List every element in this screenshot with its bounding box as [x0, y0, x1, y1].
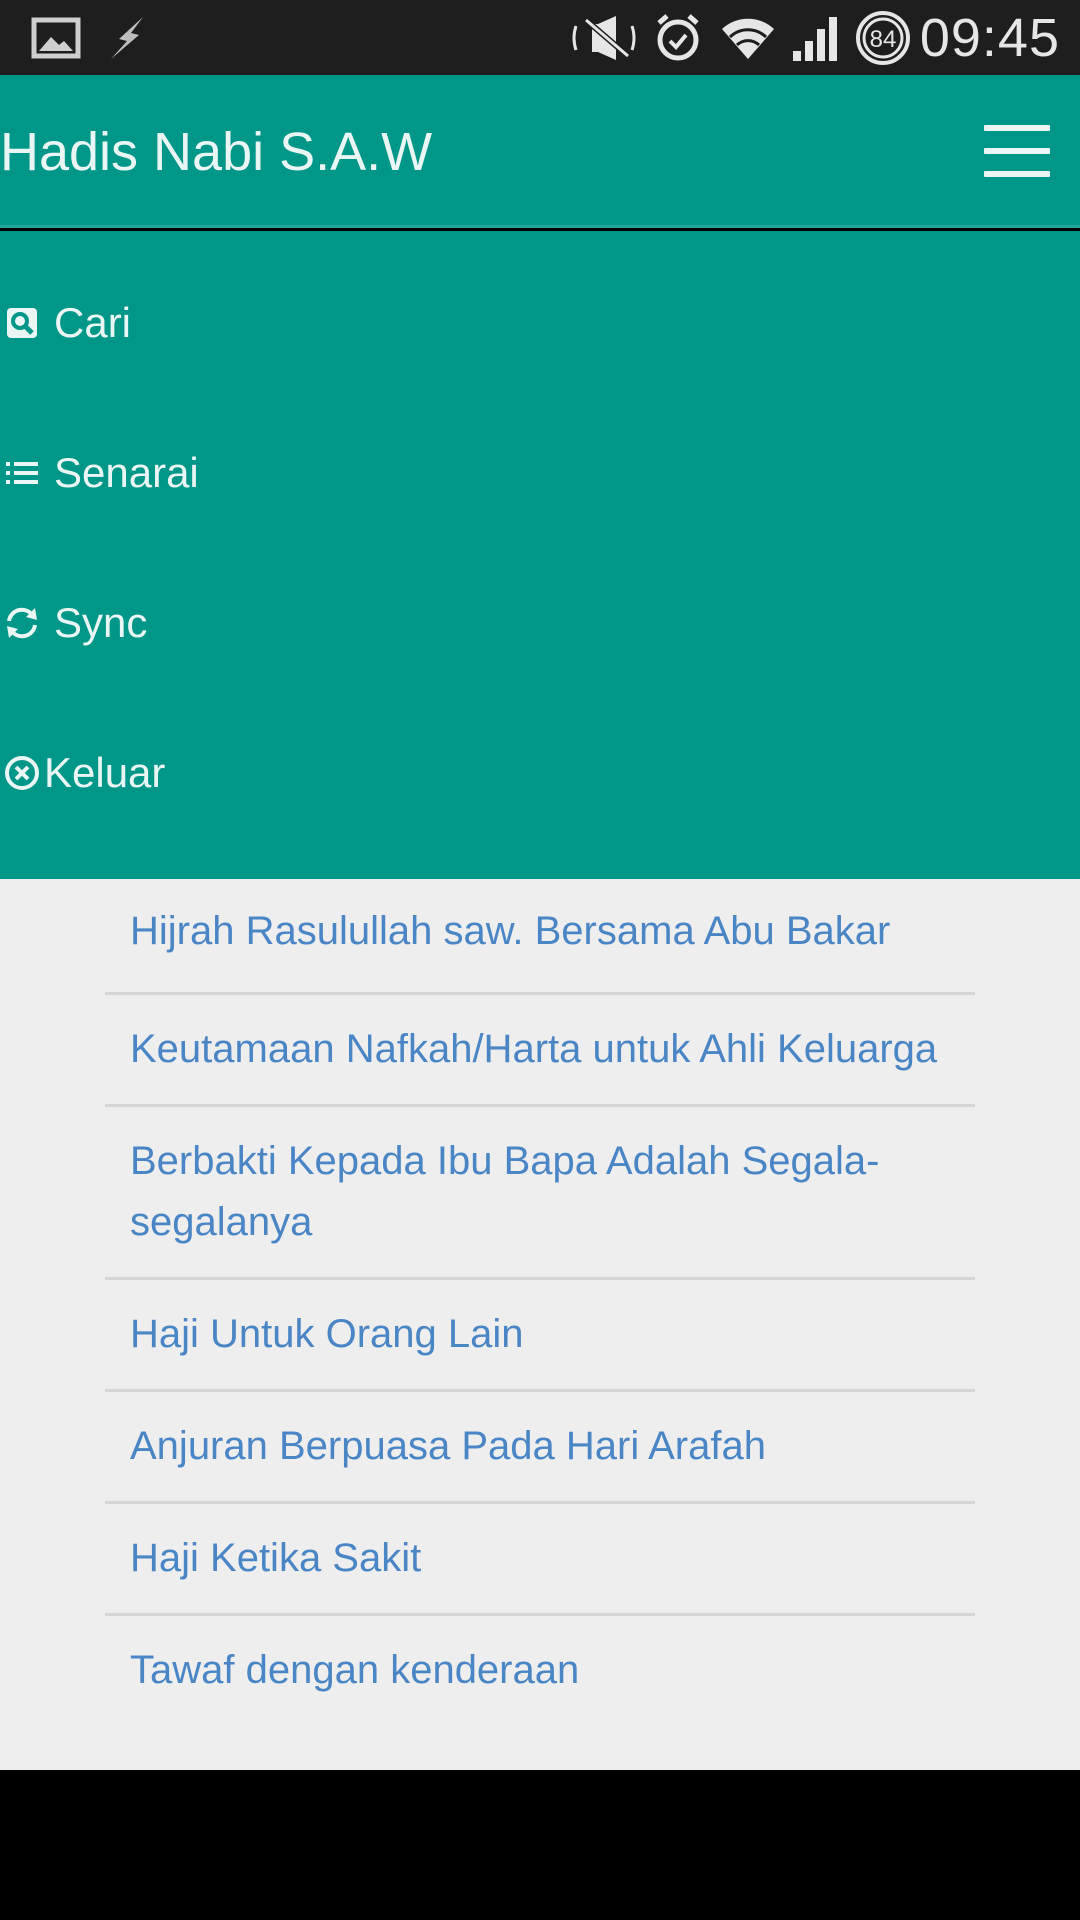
menu-item-label: Cari [54, 299, 132, 346]
list-item[interactable]: Tawaf dengan kenderaan [105, 1616, 975, 1725]
list-item[interactable]: Keutamaan Nafkah/Harta untuk Ahli Keluar… [105, 995, 975, 1107]
list-item[interactable]: Berbakti Kepada Ibu Bapa Adalah Segala-s… [105, 1107, 975, 1280]
hamburger-line [984, 171, 1050, 177]
hamburger-line [984, 125, 1050, 131]
menu-item-cari[interactable]: Cari [0, 248, 1080, 398]
list-item[interactable]: Haji Untuk Orang Lain [105, 1280, 975, 1392]
menu-item-label: Senarai [54, 449, 199, 496]
gallery-icon [30, 0, 82, 75]
menu-item-keluar[interactable]: Keluar [0, 698, 1080, 848]
list-icon [2, 453, 42, 493]
list-item[interactable]: Haji Ketika Sakit [105, 1504, 975, 1616]
hadith-list-container: Hijrah Rasulullah saw. Bersama Abu Bakar… [0, 879, 1080, 1770]
menu-item-sync[interactable]: Sync [0, 548, 1080, 698]
hamburger-icon[interactable] [984, 125, 1050, 177]
nav-menu: Cari Senarai Sync Keluar [0, 231, 1080, 879]
menu-item-label: Keluar [44, 749, 166, 796]
hamburger-line [984, 148, 1050, 154]
signal-icon [790, 0, 842, 75]
battery-level: 84 [870, 26, 897, 53]
hadith-list: Hijrah Rasulullah saw. Bersama Abu Bakar… [105, 879, 975, 1725]
sync-icon [2, 603, 42, 643]
menu-item-senarai[interactable]: Senarai [0, 398, 1080, 548]
list-item[interactable]: Anjuran Berpuasa Pada Hari Arafah [105, 1392, 975, 1504]
app-header: Hadis Nabi S.A.W [0, 75, 1080, 228]
alarm-icon [652, 0, 704, 75]
mute-icon [568, 0, 640, 75]
wifi-icon [720, 0, 776, 75]
status-bar: 84 09:45 [0, 0, 1080, 75]
search-icon [2, 303, 42, 343]
app-title: Hadis Nabi S.A.W [0, 121, 433, 182]
flash-icon [104, 0, 152, 75]
close-circle-icon [2, 753, 42, 793]
clock: 09:45 [919, 7, 1060, 68]
battery-icon: 84 [854, 0, 912, 75]
menu-item-label: Sync [54, 599, 148, 646]
list-item[interactable]: Hijrah Rasulullah saw. Bersama Abu Bakar [105, 879, 975, 995]
